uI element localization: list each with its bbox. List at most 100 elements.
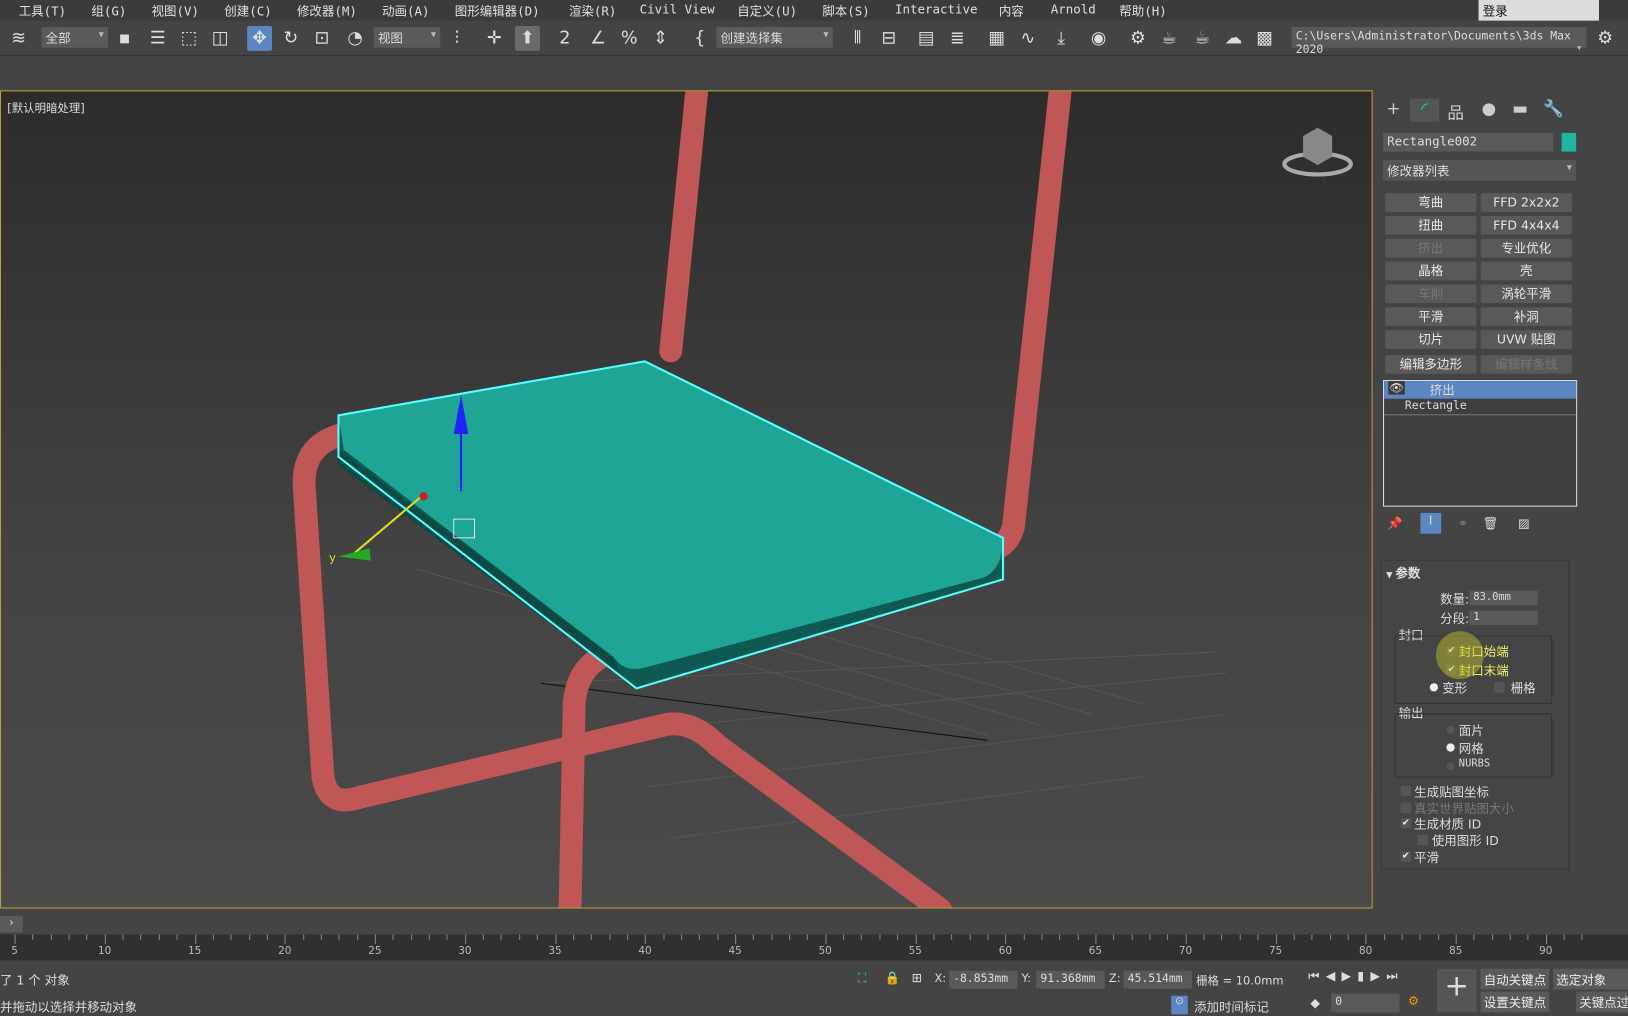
- smooth-checkbox[interactable]: ✔: [1400, 851, 1412, 862]
- current-frame-field[interactable]: 0: [1331, 993, 1400, 1013]
- set-key-big-button[interactable]: +: [1437, 968, 1477, 1013]
- project-path-dropdown[interactable]: C:\Users\Administrator\Documents\3ds Max…: [1291, 26, 1587, 56]
- object-name-input[interactable]: Rectangle002: [1383, 132, 1554, 152]
- scene-explorer-icon[interactable]: ▤: [914, 26, 939, 51]
- modifier-button[interactable]: 编辑样条线: [1480, 355, 1572, 374]
- menu-item[interactable]: Civil View: [640, 2, 715, 17]
- window-crossing-icon[interactable]: ◫: [208, 26, 233, 51]
- menu-item[interactable]: 内容: [999, 2, 1024, 20]
- pin-stack-icon[interactable]: 📌: [1387, 516, 1403, 531]
- time-slider-next-icon[interactable]: ›: [0, 915, 23, 933]
- modifier-button[interactable]: 涡轮平滑: [1480, 284, 1572, 304]
- modifier-list-dropdown[interactable]: 修改器列表: [1383, 159, 1577, 181]
- snap-icon[interactable]: 2: [552, 26, 577, 51]
- rollout-title[interactable]: ▼ 参数: [1386, 564, 1420, 582]
- track-bar[interactable]: 5 10 15 20 25 30 35 40 45 50 55 60 65 70 75 80 85 90: [0, 934, 1628, 961]
- x-coord-field[interactable]: -8.853mm: [949, 970, 1018, 989]
- mirror-icon[interactable]: ⫴: [845, 26, 870, 51]
- stack-item-rectangle[interactable]: Rectangle: [1384, 399, 1577, 416]
- make-unique-icon[interactable]: ⚭: [1458, 516, 1468, 531]
- remove-modifier-icon[interactable]: 🗑: [1483, 516, 1499, 531]
- menu-item[interactable]: 动画(A): [382, 2, 429, 20]
- lock-selection-icon[interactable]: 🔒: [885, 971, 901, 986]
- percent-snap-icon[interactable]: %: [617, 26, 642, 51]
- absolute-mode-icon[interactable]: ⊞: [912, 971, 922, 986]
- edit-named-sets-icon[interactable]: {: [687, 26, 712, 51]
- align-icon[interactable]: ⊟: [876, 26, 901, 51]
- add-time-tag[interactable]: 添加时间标记: [1194, 998, 1269, 1016]
- menu-item[interactable]: Interactive: [895, 2, 978, 17]
- y-coord-field[interactable]: 91.368mm: [1036, 970, 1105, 989]
- gen-map-coords-checkbox[interactable]: [1400, 785, 1412, 797]
- key-filters-button[interactable]: 关键点过滤器: [1576, 991, 1628, 1013]
- z-coord-field[interactable]: 45.514mm: [1123, 970, 1192, 989]
- auto-key-button[interactable]: 自动关键点: [1480, 968, 1550, 990]
- move-icon[interactable]: ✥: [247, 25, 273, 51]
- select-manipulate-icon[interactable]: ✛: [482, 26, 507, 51]
- perspective-viewport[interactable]: [默认明暗处理] y: [0, 90, 1373, 909]
- modifier-button[interactable]: 挤出: [1385, 238, 1477, 258]
- curve-editor-icon[interactable]: ∿: [1015, 26, 1040, 51]
- menu-item[interactable]: 组(G): [91, 2, 126, 20]
- gen-mat-id-checkbox[interactable]: ✔: [1400, 818, 1412, 829]
- nurbs-radio[interactable]: [1446, 762, 1455, 771]
- modifier-stack[interactable]: 👁 挤出 Rectangle: [1383, 380, 1578, 507]
- reference-coord-dropdown[interactable]: 视图: [373, 26, 441, 48]
- rotate-icon[interactable]: ↻: [278, 26, 303, 51]
- modifier-button[interactable]: 切片: [1385, 330, 1477, 349]
- spinner-snap-icon[interactable]: ⇕: [648, 26, 673, 51]
- render-cloud-icon[interactable]: ☁: [1221, 26, 1246, 51]
- dope-sheet-icon[interactable]: ⤓: [1049, 26, 1074, 51]
- modifier-button[interactable]: UVW 贴图: [1480, 330, 1572, 349]
- set-key-button[interactable]: 设置关键点: [1480, 991, 1550, 1013]
- modifier-button[interactable]: 平滑: [1385, 307, 1477, 327]
- modifier-button[interactable]: 晶格: [1385, 261, 1477, 281]
- use-shape-id-checkbox[interactable]: [1417, 834, 1428, 846]
- render-gallery-icon[interactable]: ▩: [1252, 26, 1277, 51]
- modifier-button[interactable]: 编辑多边形: [1385, 355, 1477, 374]
- real-world-checkbox[interactable]: [1400, 802, 1412, 813]
- segments-spinner[interactable]: 1: [1469, 610, 1538, 626]
- menu-item[interactable]: 创建(C): [224, 2, 271, 20]
- configure-sets-icon[interactable]: ▨: [1518, 516, 1530, 531]
- menu-item[interactable]: 帮助(H): [1119, 2, 1166, 20]
- modifier-button[interactable]: 壳: [1480, 261, 1572, 281]
- menu-item[interactable]: 图形编辑器(D): [455, 2, 540, 20]
- menu-item[interactable]: 工具(T): [19, 2, 66, 20]
- patch-radio[interactable]: [1446, 725, 1455, 735]
- menu-item[interactable]: 渲染(R): [569, 2, 616, 20]
- selection-filter-dropdown[interactable]: 全部: [41, 26, 108, 48]
- project-folder-icon[interactable]: ⚙: [1593, 26, 1618, 51]
- mesh-radio[interactable]: [1446, 743, 1455, 752]
- modifier-button[interactable]: FFD 2x2x2: [1480, 193, 1572, 212]
- keyboard-shortcut-icon[interactable]: ⬆: [514, 25, 540, 51]
- menu-item[interactable]: 视图(V): [152, 2, 199, 20]
- ribbon-icon[interactable]: ▦: [984, 26, 1009, 51]
- render-icon[interactable]: ☕: [1190, 26, 1215, 51]
- grid-radio[interactable]: [1494, 682, 1505, 693]
- menu-item[interactable]: 脚本(S): [822, 2, 869, 20]
- modifier-button[interactable]: 专业优化: [1480, 238, 1572, 258]
- named-selection-dropdown[interactable]: 创建选择集: [716, 26, 833, 48]
- amount-spinner[interactable]: 83.0mm: [1469, 590, 1538, 606]
- object-color-swatch[interactable]: [1561, 132, 1577, 152]
- scale-icon[interactable]: ⊡: [309, 26, 334, 51]
- pivot-icon[interactable]: ⫶: [444, 26, 469, 51]
- hierarchy-tab-icon[interactable]: 品: [1441, 99, 1470, 123]
- display-tab-icon[interactable]: ▬: [1506, 99, 1535, 122]
- modifier-button[interactable]: 扭曲: [1385, 215, 1477, 235]
- stack-item-extrude[interactable]: 👁 挤出: [1384, 381, 1577, 399]
- time-config-icon[interactable]: ⚙: [1408, 994, 1419, 1009]
- eye-icon[interactable]: 👁: [1388, 381, 1405, 395]
- link-icon[interactable]: ≋: [6, 26, 31, 51]
- isolate-icon[interactable]: ⛶: [858, 971, 867, 987]
- modifier-button[interactable]: 补洞: [1480, 307, 1572, 327]
- select-by-name-icon[interactable]: ☰: [145, 26, 170, 51]
- morph-radio[interactable]: [1429, 683, 1439, 692]
- time-tag-icon[interactable]: ⊙: [1171, 995, 1188, 1015]
- angle-snap-icon[interactable]: ∠: [586, 26, 611, 51]
- motion-tab-icon[interactable]: ●: [1474, 99, 1503, 122]
- modifier-button[interactable]: FFD 4x4x4: [1480, 215, 1572, 235]
- key-selection-dropdown[interactable]: 选定对象: [1553, 968, 1628, 990]
- placement-icon[interactable]: ◔: [343, 26, 368, 51]
